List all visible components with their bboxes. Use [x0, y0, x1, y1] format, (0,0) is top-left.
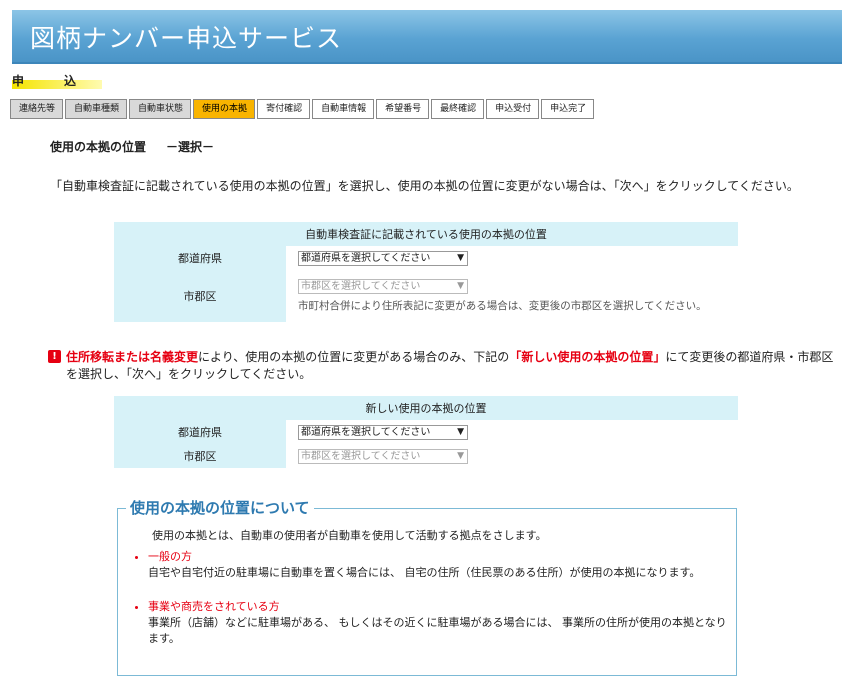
- subtitle-main: 使用の本拠の位置: [50, 140, 147, 154]
- about-item-body: 事業所（店舗）などに駐車場がある、 もしくはその近くに駐車場がある場合には、 事…: [148, 616, 727, 645]
- new-pref-label: 都道府県: [114, 420, 286, 444]
- about-item-body: 自宅や自宅付近の駐車場に自動車を置く場合には、 自宅の住所（住民票のある住所）が…: [148, 566, 701, 579]
- dropdown-arrow-icon: ▼: [457, 426, 464, 437]
- step-5: 寄付確認: [257, 99, 311, 119]
- step-1: 連絡先等: [10, 99, 64, 119]
- dropdown-arrow-icon: ▼: [457, 450, 464, 461]
- page-subtitle: 使用の本拠の位置 －選択－: [50, 138, 214, 155]
- step-2: 自動車種類: [65, 99, 128, 119]
- warning-red-1: 住所移転または名義変更: [66, 350, 199, 364]
- warning-text: 住所移転または名義変更により、使用の本拠の位置に変更がある場合のみ、下記の「新し…: [66, 349, 838, 383]
- section-label-char1: 申: [12, 74, 25, 88]
- header-banner: 図柄ナンバー申込サービス: [12, 10, 842, 64]
- new-pref-value: 都道府県を選択してください: [301, 426, 431, 438]
- section-label-char2: 込: [64, 74, 77, 88]
- new-pref-select[interactable]: 都道府県を選択してください ▼: [298, 424, 468, 440]
- warning-message: ! 住所移転または名義変更により、使用の本拠の位置に変更がある場合のみ、下記の「…: [48, 349, 838, 383]
- registered-city-label: 市郡区: [114, 270, 286, 322]
- step-7: 希望番号: [376, 99, 430, 119]
- page-title: 図柄ナンバー申込サービス: [30, 24, 343, 53]
- step-4: 使用の本拠: [193, 99, 256, 119]
- section-highlight: [12, 80, 102, 89]
- registered-city-select[interactable]: 市郡区を選択してください ▼: [298, 279, 468, 294]
- step-9: 申込受付: [486, 99, 540, 119]
- list-item: 一般の方 自宅や自宅付近の駐車場に自動車を置く場合には、 自宅の住所（住民票のあ…: [148, 549, 728, 581]
- step-8: 最終確認: [431, 99, 485, 119]
- registered-location-table: 自動車検査証に記載されている使用の本拠の位置 都道府県 都道府県を選択してくださ…: [114, 222, 738, 322]
- step-10: 申込完了: [541, 99, 595, 119]
- list-item: 事業や商売をされている方 事業所（店舗）などに駐車場がある、 もしくはその近くに…: [148, 599, 728, 647]
- subtitle-sub: －選択－: [166, 140, 215, 154]
- warning-icon: !: [48, 350, 61, 363]
- about-item-head: 一般の方: [148, 550, 192, 563]
- instruction-text: 「自動車検査証に記載されている使用の本拠の位置」を選択し、使用の本拠の位置に変更…: [50, 179, 799, 193]
- new-city-select[interactable]: 市郡区を選択してください ▼: [298, 448, 468, 464]
- registered-city-value: 市郡区を選択してください: [301, 281, 421, 292]
- new-city-value: 市郡区を選択してください: [301, 450, 421, 462]
- section-label: 申 込: [12, 72, 122, 89]
- about-list: 一般の方 自宅や自宅付近の駐車場に自動車を置く場合には、 自宅の住所（住民票のあ…: [134, 549, 728, 665]
- about-title: 使用の本拠の位置について: [126, 497, 314, 518]
- new-location-table: 新しい使用の本拠の位置 都道府県 都道府県を選択してください ▼ 市郡区 市郡区を…: [114, 396, 738, 468]
- dropdown-arrow-icon: ▼: [457, 252, 464, 263]
- new-caption: 新しい使用の本拠の位置: [114, 396, 738, 420]
- about-item-head: 事業や商売をされている方: [148, 600, 280, 613]
- new-city-label: 市郡区: [114, 444, 286, 468]
- registered-caption: 自動車検査証に記載されている使用の本拠の位置: [114, 222, 738, 246]
- about-box: 使用の本拠の位置について 使用の本拠とは、自動車の使用者が自動車を使用して活動す…: [117, 497, 737, 676]
- registered-pref-value: 都道府県を選択してください: [301, 252, 431, 264]
- about-intro: 使用の本拠とは、自動車の使用者が自動車を使用して活動する拠点をさします。: [152, 529, 547, 542]
- step-3: 自動車状態: [129, 99, 192, 119]
- step-6: 自動車情報: [312, 99, 375, 119]
- registered-pref-label: 都道府県: [114, 246, 286, 270]
- registered-note: 市町村合併により住所表記に変更がある場合は、変更後の市郡区を選択してください。: [298, 300, 707, 312]
- progress-steps: 連絡先等 自動車種類 自動車状態 使用の本拠 寄付確認 自動車情報 希望番号 最終確認 申込受付…: [10, 99, 596, 119]
- registered-pref-select[interactable]: 都道府県を選択してください ▼: [298, 250, 468, 266]
- warning-red-2: 「新しい使用の本拠の位置」: [509, 350, 666, 364]
- dropdown-arrow-icon: ▼: [457, 281, 464, 291]
- warning-text-1: により、使用の本拠の位置に変更がある場合のみ、下記の: [198, 350, 510, 364]
